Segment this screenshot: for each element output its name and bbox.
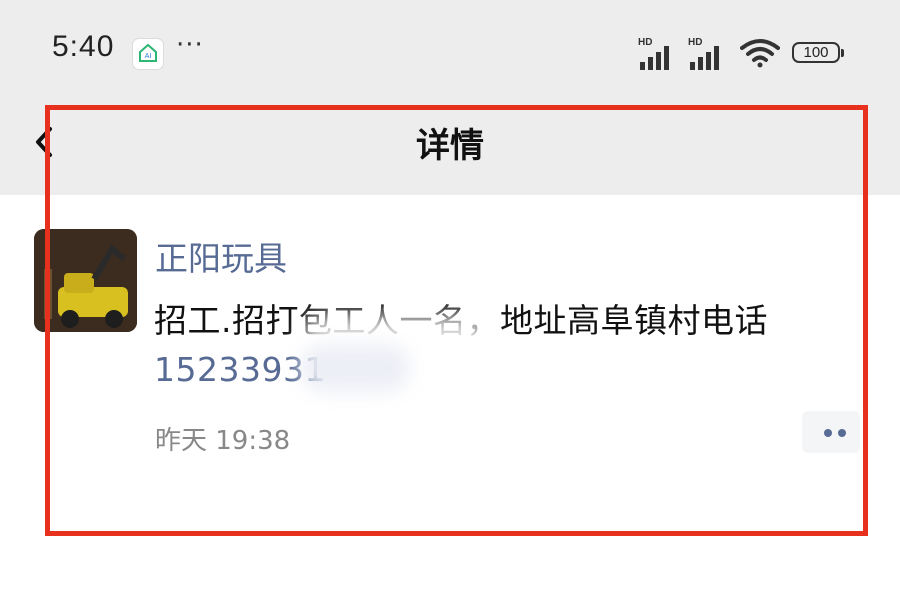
battery-indicator: 100	[792, 42, 844, 63]
privacy-blur	[300, 344, 410, 392]
wifi-icon	[740, 38, 780, 72]
avatar[interactable]	[34, 229, 137, 332]
status-time: 5:40	[52, 30, 115, 63]
more-dots-icon	[838, 429, 846, 437]
page-title: 详情	[416, 126, 484, 166]
more-dots-icon	[824, 429, 832, 437]
sender-name[interactable]: 正阳玩具	[155, 232, 287, 280]
status-overflow: ···	[176, 30, 204, 60]
more-options-button[interactable]	[802, 411, 860, 453]
timestamp: 昨天 19:38	[155, 426, 291, 456]
status-bar: 5:40 AI ··· HD HD 100	[0, 0, 900, 100]
app-notification-icon: AI	[132, 38, 164, 70]
svg-text:AI: AI	[145, 53, 152, 60]
